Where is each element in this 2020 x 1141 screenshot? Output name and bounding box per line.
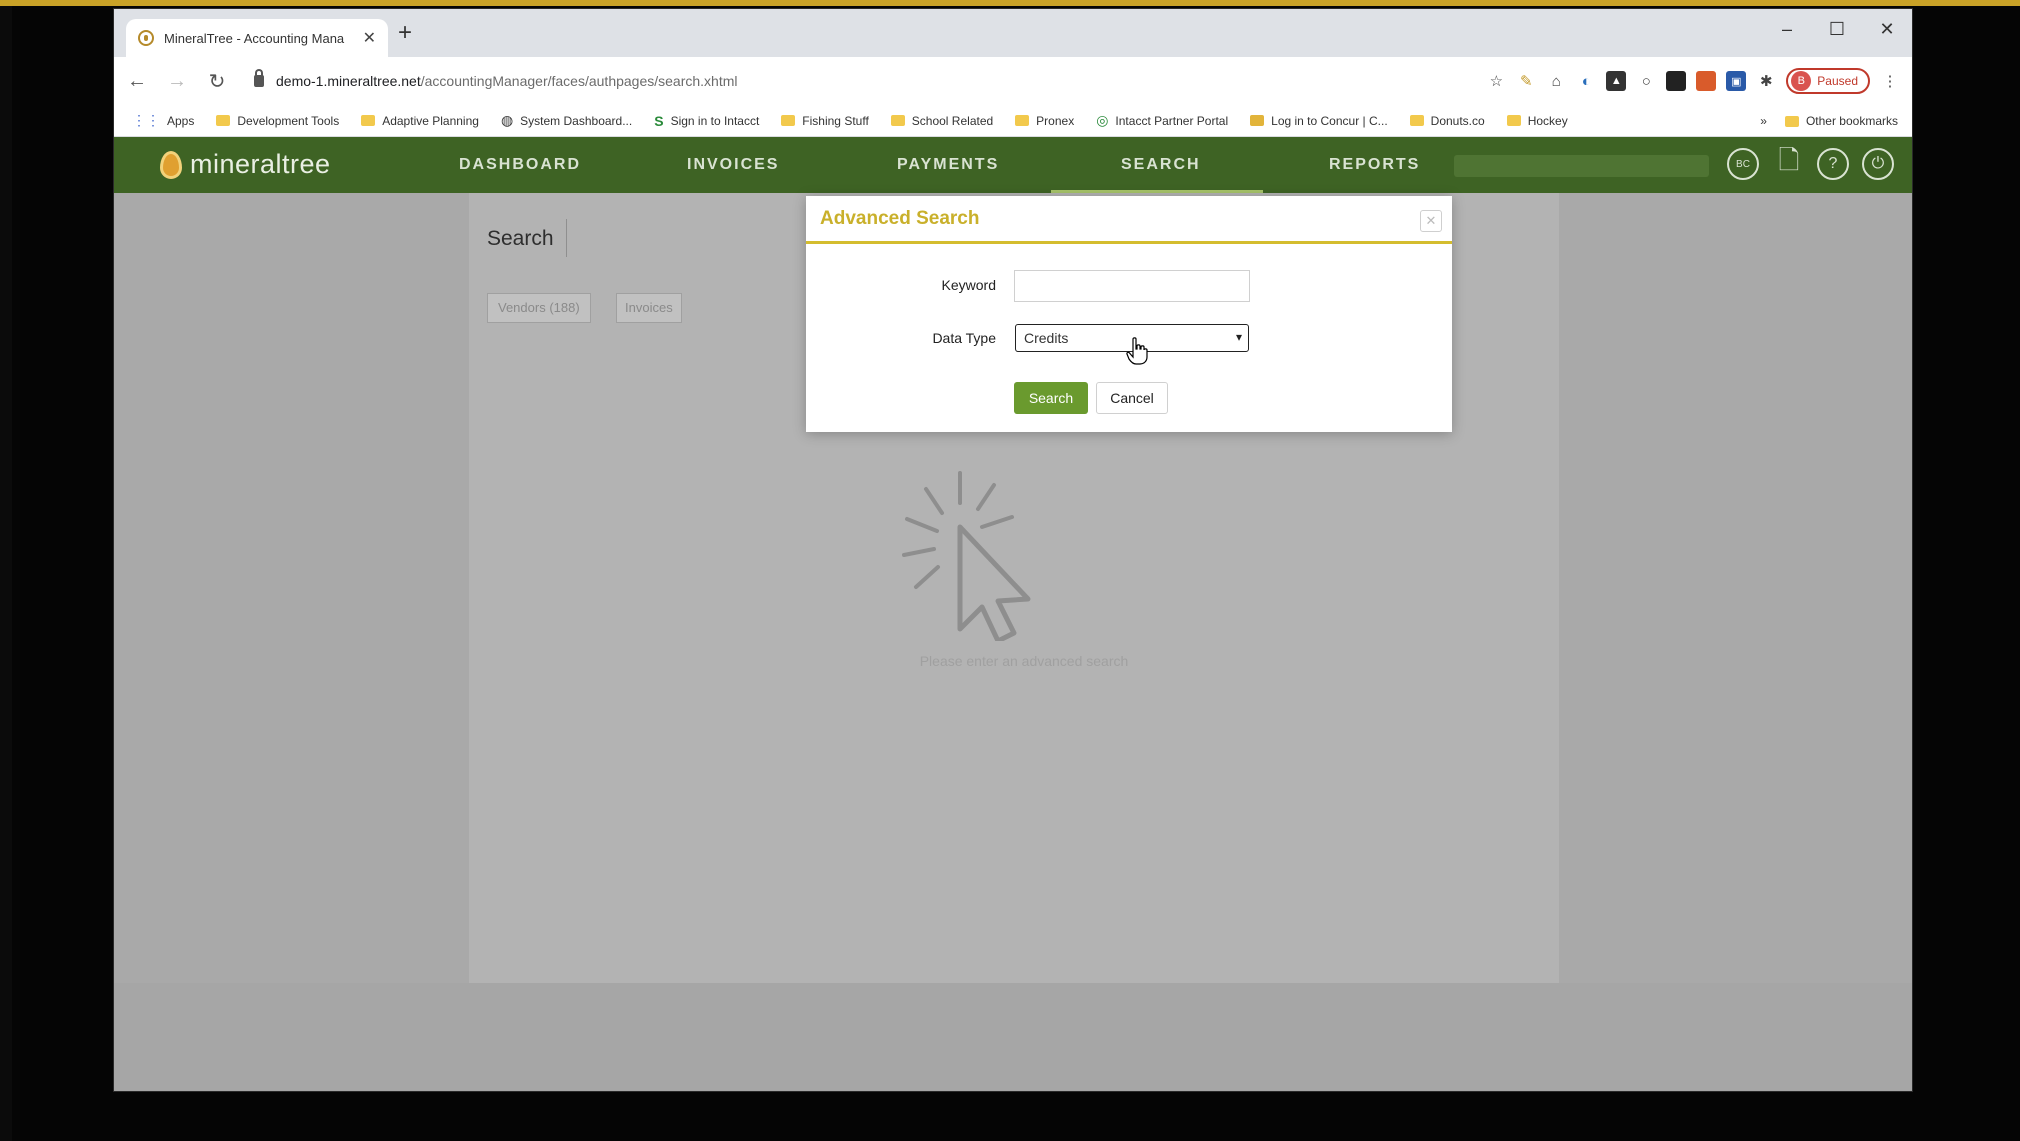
logo-text: mineraltree xyxy=(190,149,331,179)
bookmark-star-icon[interactable]: ☆ xyxy=(1486,71,1506,91)
browser-tab[interactable]: MineralTree - Accounting Mana ✕ xyxy=(126,19,388,57)
folder-icon xyxy=(1015,115,1030,126)
extension-icon[interactable]: ◐ xyxy=(1576,71,1596,91)
bookmark-school-related[interactable]: School Related xyxy=(890,114,993,128)
page-footer xyxy=(114,983,1912,1091)
new-tab-button[interactable]: + xyxy=(398,21,412,45)
folder-icon xyxy=(361,115,376,126)
s-icon: S xyxy=(654,112,664,129)
data-type-selected-value: Credits xyxy=(1024,330,1069,346)
hand-cursor-icon xyxy=(1126,337,1148,365)
tab-close-icon[interactable]: ✕ xyxy=(363,28,376,48)
chevron-down-icon: ▾ xyxy=(1235,330,1242,344)
extension-icon[interactable]: ▲ xyxy=(1606,71,1627,91)
modal-divider xyxy=(806,241,1452,244)
folder-icon xyxy=(216,115,231,126)
document-icon[interactable]: 🗋 xyxy=(1773,145,1805,180)
left-strip xyxy=(0,6,12,1141)
back-arrow-icon[interactable]: ← xyxy=(120,70,154,93)
empty-state-hint: Please enter an advanced search xyxy=(919,653,1129,669)
url-host: demo-1.mineraltree.net xyxy=(276,73,421,89)
folder-icon xyxy=(1506,115,1521,126)
tab-strip: MineralTree - Accounting Mana ✕ + – ☐ ✕ xyxy=(114,9,1912,57)
minimize-button[interactable]: – xyxy=(1762,9,1812,49)
search-field[interactable] xyxy=(566,219,656,257)
bookmark-other-bookmarks[interactable]: Other bookmarks xyxy=(1784,114,1898,128)
modal-title: Advanced Search xyxy=(820,208,980,229)
forward-arrow-icon[interactable]: → xyxy=(160,70,194,93)
folder-icon xyxy=(890,115,905,126)
bookmark-donuts[interactable]: Donuts.co xyxy=(1409,114,1485,128)
screen: MineralTree - Accounting Mana ✕ + – ☐ ✕ … xyxy=(0,0,2020,1141)
top-accent-bar xyxy=(0,0,2020,6)
bookmark-intacct-partner-portal[interactable]: ◎ Intacct Partner Portal xyxy=(1096,112,1228,129)
nav-dashboard[interactable]: DASHBOARD xyxy=(459,137,581,193)
mineraltree-logo[interactable]: mineraltree xyxy=(160,149,331,180)
search-button[interactable]: Search xyxy=(1014,382,1088,414)
paused-label: Paused xyxy=(1817,74,1858,88)
concur-icon xyxy=(1250,115,1265,126)
bookmark-apps[interactable]: ⋮⋮ Apps xyxy=(132,112,194,129)
tab-title: MineralTree - Accounting Mana xyxy=(164,30,345,46)
profile-avatar: B xyxy=(1791,71,1812,91)
bookmark-development-tools[interactable]: Development Tools xyxy=(216,114,339,128)
keyword-label: Keyword xyxy=(941,277,996,293)
logout-icon[interactable]: ⏻ xyxy=(1862,148,1894,180)
app-header: mineraltree DASHBOARD INVOICES PAYMENTS … xyxy=(114,137,1912,193)
bookmark-hockey[interactable]: Hockey xyxy=(1506,114,1568,128)
bookmarks-bar: ⋮⋮ Apps Development Tools Adaptive Planni… xyxy=(114,105,1912,137)
click-cursor-illustration-icon xyxy=(902,471,1031,641)
cancel-button[interactable]: Cancel xyxy=(1096,382,1168,414)
logo-drop-icon xyxy=(160,150,182,179)
bookmark-concur[interactable]: Log in to Concur | C... xyxy=(1250,114,1388,128)
extension-icon[interactable] xyxy=(1666,71,1687,91)
extension-icon[interactable]: ▣ xyxy=(1726,71,1747,91)
url-path: /accountingManager/faces/authpages/searc… xyxy=(420,73,738,89)
extension-icon[interactable]: ○ xyxy=(1636,71,1656,91)
tab-invoices[interactable]: Invoices xyxy=(616,293,682,323)
puzzle-extensions-icon[interactable]: ✱ xyxy=(1756,71,1776,91)
bookmarks-right: » Other bookmarks xyxy=(1760,105,1898,137)
apps-grid-icon: ⋮⋮ xyxy=(132,112,160,128)
nav-search[interactable]: SEARCH xyxy=(1121,137,1201,193)
data-type-label: Data Type xyxy=(932,330,996,346)
reload-icon[interactable]: ↻ xyxy=(200,69,234,94)
bookmark-sign-in-intacct[interactable]: S Sign in to Intacct xyxy=(654,113,759,129)
browser-window: MineralTree - Accounting Mana ✕ + – ☐ ✕ … xyxy=(113,8,1913,1092)
bookmark-system-dashboard[interactable]: ◍ System Dashboard... xyxy=(501,112,632,129)
folder-icon xyxy=(781,115,796,126)
extension-icon[interactable]: ⌂ xyxy=(1546,71,1566,91)
maximize-button[interactable]: ☐ xyxy=(1812,9,1862,49)
nav-invoices[interactable]: INVOICES xyxy=(687,137,779,193)
extension-icon[interactable] xyxy=(1696,71,1717,91)
globe-icon: ◍ xyxy=(500,112,514,128)
extension-icon[interactable]: ✎ xyxy=(1516,71,1536,91)
bookmark-adaptive-planning[interactable]: Adaptive Planning xyxy=(361,114,479,128)
close-icon[interactable]: ✕ xyxy=(1420,210,1442,232)
extension-icons: ☆ ✎ ⌂ ◐ ▲ ○ ▣ ✱ B Paused ⋮ xyxy=(1486,65,1900,97)
nav-payments[interactable]: PAYMENTS xyxy=(897,137,999,193)
mineraltree-favicon-icon xyxy=(138,30,154,46)
bookmarks-overflow-button[interactable]: » xyxy=(1760,114,1767,128)
address-bar[interactable]: demo-1.mineraltree.net /accountingManage… xyxy=(240,65,1490,97)
folder-icon xyxy=(1409,115,1424,126)
more-menu-icon[interactable]: ⋮ xyxy=(1880,71,1900,91)
intacct-icon: ◎ xyxy=(1096,112,1109,128)
tab-vendors[interactable]: Vendors (188) xyxy=(487,293,591,323)
bookmark-fishing-stuff[interactable]: Fishing Stuff xyxy=(781,114,869,128)
keyword-input[interactable] xyxy=(1014,270,1250,302)
window-controls: – ☐ ✕ xyxy=(1762,9,1912,49)
close-window-button[interactable]: ✕ xyxy=(1862,9,1912,49)
lock-icon xyxy=(254,69,264,87)
advanced-search-modal: Advanced Search ✕ Keyword Data Type Cred… xyxy=(806,196,1452,432)
help-icon[interactable]: ? xyxy=(1817,148,1849,180)
page-title: Search xyxy=(487,227,554,250)
nav-reports[interactable]: REPORTS xyxy=(1329,137,1420,193)
bookmark-pronex[interactable]: Pronex xyxy=(1015,114,1074,128)
global-search-input[interactable] xyxy=(1454,155,1709,177)
folder-icon xyxy=(1784,115,1799,127)
browser-toolbar: ← → ↻ demo-1.mineraltree.net /accounting… xyxy=(114,57,1912,105)
user-initials-icon[interactable]: BC xyxy=(1727,148,1759,180)
profile-paused-button[interactable]: B Paused xyxy=(1786,68,1870,94)
